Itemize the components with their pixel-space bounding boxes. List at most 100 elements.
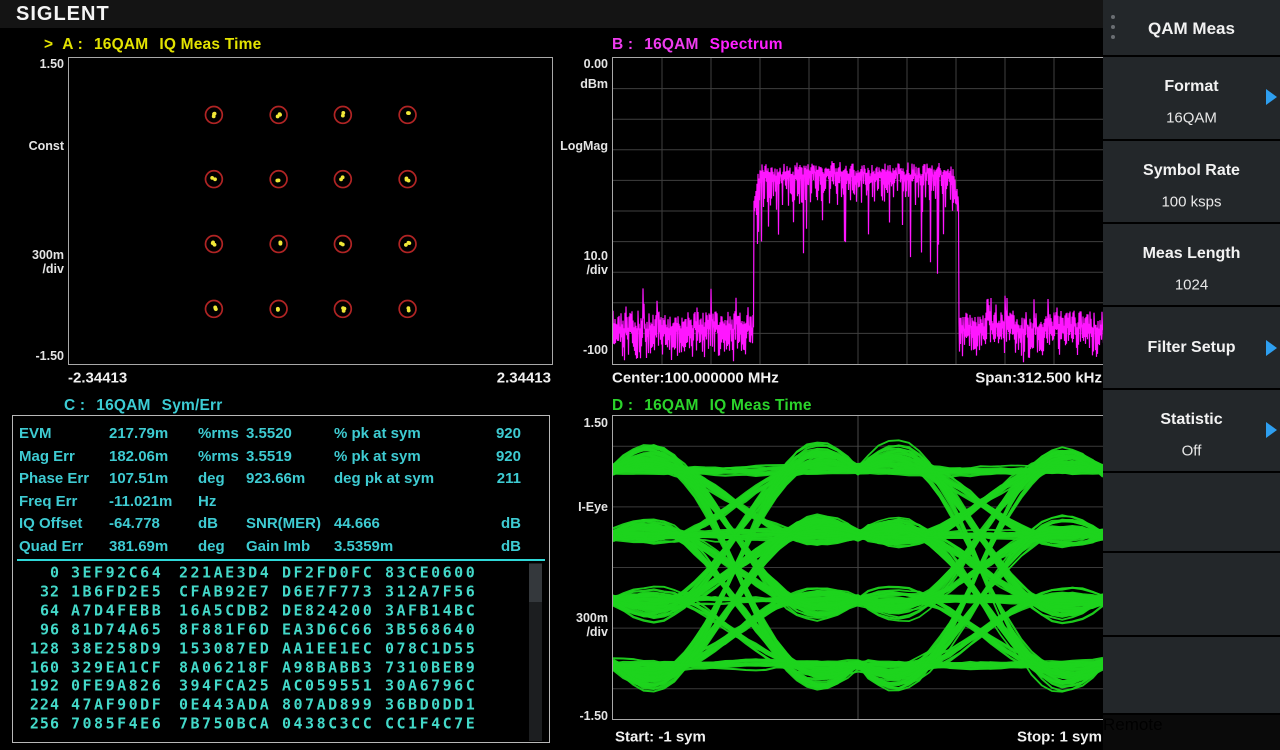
symbol-word: 7B750BCA xyxy=(179,714,272,733)
scrollbar-thumb[interactable] xyxy=(529,564,542,602)
metric-cell: Gain Imb xyxy=(246,538,311,555)
metric-cell: -11.021m xyxy=(109,492,173,510)
symbol-word: 312A7F56 xyxy=(385,582,478,601)
softkey-label: Meas Length xyxy=(1142,245,1241,262)
constellation-trace xyxy=(204,105,417,319)
metric-cell: 44.666 xyxy=(334,515,380,533)
spectrum-plot[interactable] xyxy=(612,57,1104,365)
metric-cell: Freq Err xyxy=(19,492,78,510)
symbol-address: 32 xyxy=(39,582,60,601)
softkey-label: Filter Setup xyxy=(1147,338,1236,356)
symbol-word: 0FE9A826 xyxy=(71,676,164,695)
symbol-word: 807AD899 xyxy=(282,695,375,714)
symbol-word: AA1EE1EC xyxy=(282,639,375,658)
b-y-min-label: -100 xyxy=(582,343,608,357)
symbol-word: 078C1D55 xyxy=(385,639,478,658)
softkey-statistic[interactable]: Statistic Off xyxy=(1103,390,1280,471)
symbol-word: CFAB92E7 xyxy=(179,582,272,601)
panel-b-header[interactable]: B : 16QAM Spectrum xyxy=(612,36,794,54)
softkey-menu: QAM Meas Format 16QAM Symbol Rate 100 ksps M… xyxy=(1103,0,1280,750)
metric-cell: 107.51m xyxy=(109,470,169,488)
softkey-label: Statistic xyxy=(1160,411,1223,428)
metric-cell: %rms xyxy=(198,425,239,442)
symbol-word: DF2FD0FC xyxy=(282,563,375,582)
b-scale-label: 10.0 xyxy=(583,249,608,263)
metric-cell: deg xyxy=(198,538,225,555)
remote-status-button[interactable]: Remote xyxy=(1103,715,1280,750)
panel-d-header[interactable]: D : 16QAM IQ Meas Time xyxy=(612,397,823,415)
metric-row: Mag Err 182.06m %rms 3.5519 % pk at sym 920 xyxy=(13,448,549,468)
panel-c-title: Sym/Err xyxy=(161,397,223,414)
symbol-address: 160 xyxy=(29,658,60,676)
d-y-min-label: -1.50 xyxy=(579,709,609,723)
softkey-format[interactable]: Format 16QAM xyxy=(1103,57,1280,139)
symbol-word: 3AFB14BC xyxy=(385,601,478,620)
panel-b-id: B : xyxy=(612,36,634,53)
panel-b-format: 16QAM xyxy=(644,36,699,53)
d-scale-unit-label: /div xyxy=(586,625,608,639)
panel-d-title: IQ Meas Time xyxy=(709,397,812,414)
symbol-word: 0438C3CC xyxy=(282,714,375,733)
symbol-word: 3B568640 xyxy=(385,620,478,639)
softkey-symbol-rate[interactable]: Symbol Rate 100 ksps xyxy=(1103,141,1280,222)
metric-cell: 381.69m xyxy=(109,538,169,555)
b-ref-level-label: 0.00 xyxy=(583,57,608,71)
softkey-label: Symbol Rate xyxy=(1143,162,1240,179)
panel-a-id: A : xyxy=(62,36,83,53)
symbol-table-scrollbar[interactable] xyxy=(529,563,542,741)
top-bar: SIGLENT xyxy=(0,0,1103,28)
metric-cell: 3.5359m xyxy=(334,538,394,555)
eye-diagram-trace xyxy=(613,416,1103,719)
metric-cell: %rms xyxy=(198,447,239,465)
softkey-value: 100 ksps xyxy=(1161,193,1222,211)
metric-cell: 3.5520 xyxy=(246,425,292,442)
symbol-word: 16A5CDB2 xyxy=(179,601,272,620)
symbol-word: 1B6FD2E5 xyxy=(71,582,164,601)
eye-diagram-plot[interactable] xyxy=(612,415,1104,720)
spectrum-trace xyxy=(613,58,1103,364)
menu-header-qam-meas[interactable]: QAM Meas xyxy=(1103,0,1280,55)
symbol-word: 83CE0600 xyxy=(385,563,478,582)
metric-cell: Quad Err xyxy=(19,538,84,555)
b-scale-unit-label: /div xyxy=(586,263,608,277)
metric-cell: dB xyxy=(501,515,521,533)
symbol-address: 192 xyxy=(29,676,60,695)
symbol-word: 8A06218F xyxy=(179,658,272,676)
symbol-word: 7310BEB9 xyxy=(385,658,478,676)
symbol-word: AC059551 xyxy=(282,676,375,695)
symbol-row: 160 329EA1CF 8A06218F A98BABB3 7310BEB9 xyxy=(13,658,549,677)
metric-cell: % pk at sym xyxy=(334,447,421,465)
symbol-row: 192 0FE9A826 394FCA25 AC059551 30A6796C xyxy=(13,677,549,696)
symbol-word: 7085F4E6 xyxy=(71,714,164,733)
symbol-word: A7D4FEBB xyxy=(71,601,164,620)
constellation-plot[interactable] xyxy=(68,57,553,365)
metric-row: EVM 217.79m %rms 3.5520 % pk at sym 920 xyxy=(13,425,549,445)
symbol-word: 36BD0DD1 xyxy=(385,695,478,714)
panel-d-format: 16QAM xyxy=(644,397,699,414)
d-start-label: Start: -1 sym xyxy=(615,728,706,746)
symbol-word: 47AF90DF xyxy=(71,695,164,714)
symbol-row: 64 A7D4FEBB 16A5CDB2 DE824200 3AFB14BC xyxy=(13,601,549,620)
metric-row: Freq Err -11.021m Hz xyxy=(13,493,549,513)
panel-c-header[interactable]: C : 16QAM Sym/Err xyxy=(64,397,234,415)
analyzer-screen: SIGLENT > A : 16QAM IQ Meas Time 1.50 Const… xyxy=(0,0,1280,750)
metric-cell: dB xyxy=(198,515,218,533)
metric-cell: Phase Err xyxy=(19,470,90,488)
symbol-address: 0 xyxy=(49,563,60,582)
symbol-word: 0E443ADA xyxy=(179,695,272,714)
softkey-meas-length[interactable]: Meas Length 1024 xyxy=(1103,224,1280,305)
softkey-filter-setup[interactable]: Filter Setup xyxy=(1103,307,1280,388)
symbol-word: 329EA1CF xyxy=(71,658,164,676)
symbol-error-table[interactable]: EVM 217.79m %rms 3.5520% pk at sym 920 Mag Er… xyxy=(12,415,550,743)
symbol-word: 8F881F6D xyxy=(179,620,272,639)
softkey-label: Format xyxy=(1164,78,1219,95)
menu-header-label: QAM Meas xyxy=(1148,19,1235,38)
softkey-value: 1024 xyxy=(1174,276,1209,294)
metric-cell: deg xyxy=(198,470,225,488)
metric-cell: 211 xyxy=(496,470,521,488)
softkey-value: 16QAM xyxy=(1166,109,1217,127)
panel-a-header[interactable]: > A : 16QAM IQ Meas Time xyxy=(44,36,272,54)
b-trace-type-label: LogMag xyxy=(560,139,608,153)
symbol-word: 153087ED xyxy=(179,639,272,658)
b-center-freq-label: Center:100.000000 MHz xyxy=(612,369,779,387)
